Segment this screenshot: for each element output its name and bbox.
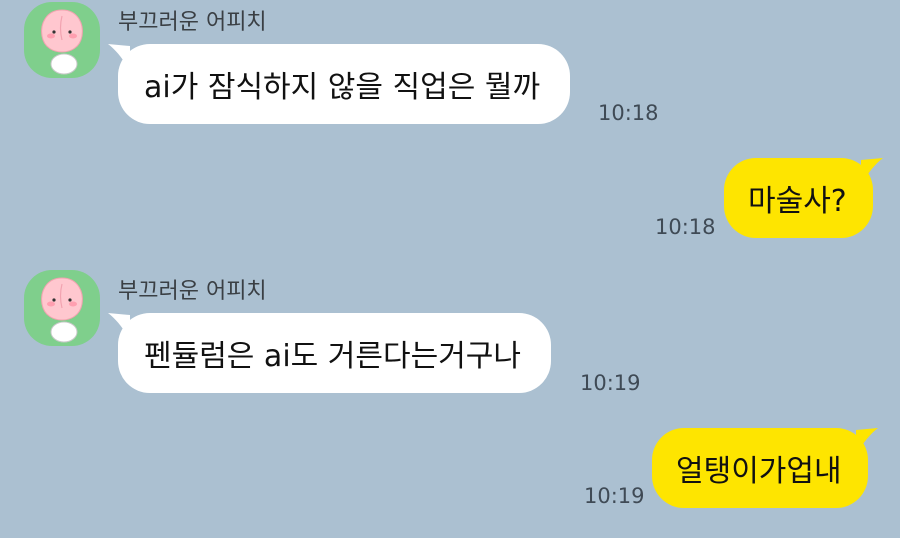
sender-avatar[interactable] [24,270,100,346]
message-time: 10:19 [584,484,645,508]
message-text: 마술사? [748,184,847,219]
bubble-tail [860,158,883,184]
apeach-peach-icon [41,9,83,75]
bubble-tail [855,428,878,454]
sender-avatar[interactable] [24,2,100,78]
incoming-message-bubble[interactable]: ai가 잠식하지 않을 직업은 뭘까 [108,44,571,124]
message-time: 10:19 [580,371,641,395]
outgoing-message-bubble[interactable]: 마술사? [724,158,883,238]
message-text: 펜듈럼은 ai도 거른다는거구나 [144,339,521,374]
message-time: 10:18 [598,101,659,125]
bubble-tail [108,44,130,70]
apeach-peach-icon [41,277,83,343]
message-text: ai가 잠식하지 않을 직업은 뭘까 [144,70,541,105]
incoming-message-bubble[interactable]: 펜듈럼은 ai도 거른다는거구나 [108,313,551,393]
sender-name: 부끄러운 어피치 [118,10,267,35]
bubble-tail [108,313,130,339]
message-time: 10:18 [655,215,716,239]
message-text: 얼탱이가업내 [676,454,842,489]
sender-name: 부끄러운 어피치 [118,279,267,304]
outgoing-message-bubble[interactable]: 얼탱이가업내 [652,428,878,508]
